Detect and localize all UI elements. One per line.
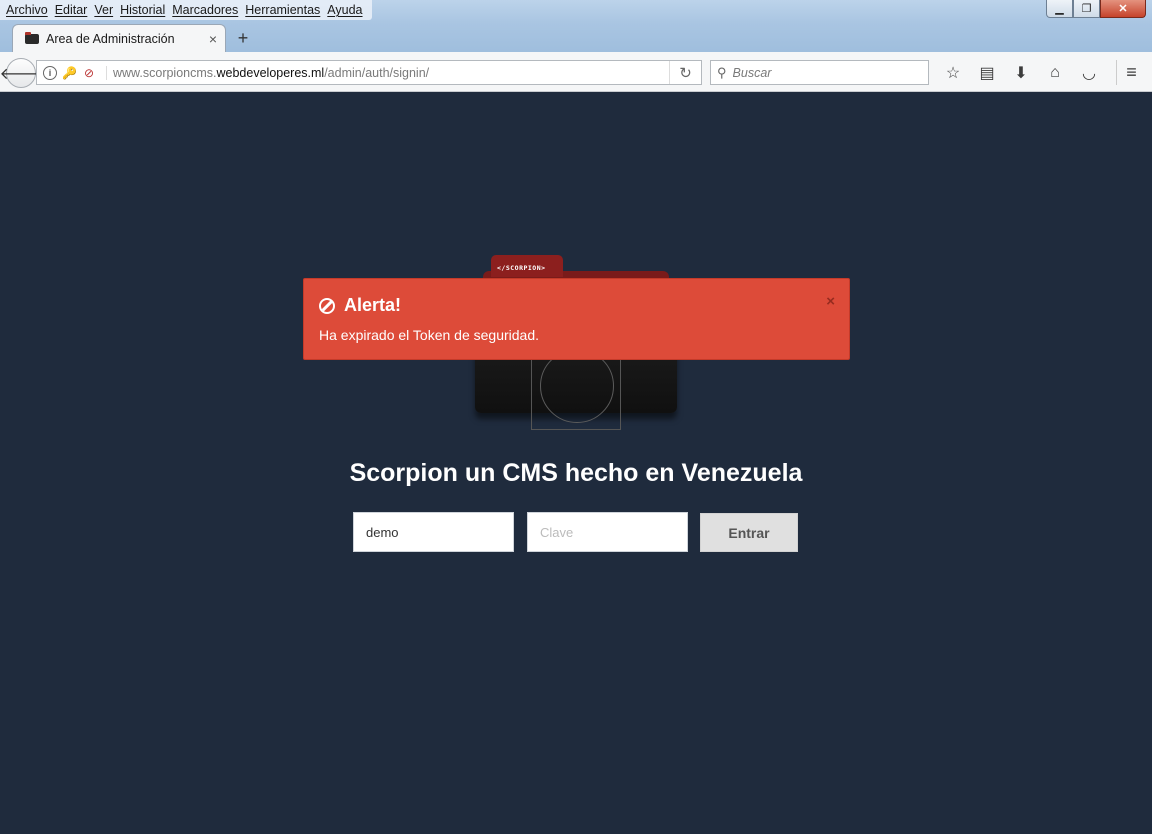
insecure-icon[interactable]: ⊘: [82, 66, 96, 80]
toolbar-icons: ☆ ▤ ⬇ ⌂ ◡: [936, 60, 1106, 85]
info-icon[interactable]: i: [43, 65, 57, 80]
alert-header: Alerta!: [319, 295, 401, 316]
tab-strip: Area de Administración × +: [0, 20, 1152, 53]
menu-historial[interactable]: Historial: [120, 3, 165, 17]
url-path: /admin/auth/signin/: [324, 65, 430, 80]
alert-box: Alerta! Ha expirado el Token de segurida…: [303, 278, 850, 360]
menu-ver[interactable]: Ver: [94, 3, 113, 17]
alert-title: Alerta!: [344, 295, 402, 315]
url-domain-prefix: www.scorpioncms.: [113, 65, 217, 80]
menu-marcadores[interactable]: Marcadores: [172, 3, 238, 17]
download-icon[interactable]: ⬇: [1004, 60, 1038, 85]
tab-title: Area de Administración: [46, 32, 175, 46]
hamburger-icon[interactable]: ≡: [1116, 60, 1146, 85]
restore-button[interactable]: ❐: [1073, 0, 1100, 18]
star-icon[interactable]: ☆: [936, 60, 970, 85]
page-content: </SCORPION> Alerta! Ha expirado el Token…: [0, 93, 1152, 834]
signin-button[interactable]: Entrar: [700, 513, 798, 552]
page-title: Scorpion un CMS hecho en Venezuela: [349, 459, 803, 487]
window-controls: ▁ ❐ ✕: [1046, 0, 1146, 18]
logo-tab-text: </SCORPION>: [497, 264, 546, 272]
ban-icon: [319, 297, 335, 314]
menu-bar: Archivo Editar Ver Historial Marcadores …: [0, 0, 372, 20]
pocket-icon[interactable]: ◡: [1072, 60, 1106, 85]
minimize-button[interactable]: ▁: [1046, 0, 1073, 18]
alert-message: Ha expirado el Token de seguridad.: [319, 327, 540, 343]
logo-folder-tab: </SCORPION>: [491, 255, 563, 277]
url-domain-main: webdeveloperes.ml: [216, 65, 325, 80]
search-bar[interactable]: ⚲: [710, 60, 929, 85]
search-input[interactable]: [732, 65, 913, 80]
url-text[interactable]: www.scorpioncms.webdeveloperes.ml/admin/…: [106, 65, 430, 80]
close-window-button[interactable]: ✕: [1100, 0, 1146, 18]
menu-editar[interactable]: Editar: [55, 3, 88, 17]
folder-favicon-icon: [25, 32, 39, 44]
new-tab-button[interactable]: +: [234, 28, 252, 49]
tab-admin[interactable]: Area de Administración ×: [12, 24, 226, 53]
menu-archivo[interactable]: Archivo: [6, 3, 48, 17]
tab-close-icon[interactable]: ×: [209, 31, 217, 47]
search-icon: ⚲: [717, 64, 727, 80]
window-titlebar: Archivo Editar Ver Historial Marcadores …: [0, 0, 1152, 53]
password-field[interactable]: [527, 512, 688, 552]
clipboard-icon[interactable]: ▤: [970, 60, 1004, 85]
back-arrow-icon[interactable]: 🡐: [0, 58, 42, 88]
menu-ayuda[interactable]: Ayuda: [327, 3, 362, 17]
menu-herramientas[interactable]: Herramientas: [245, 3, 320, 17]
reload-icon[interactable]: ↻: [669, 61, 701, 84]
alert-close-icon[interactable]: ×: [826, 293, 835, 310]
url-bar[interactable]: i 🔑 ⊘ www.scorpioncms.webdeveloperes.ml/…: [36, 60, 702, 85]
navigation-toolbar: 🡐 i 🔑 ⊘ www.scorpioncms.webdeveloperes.m…: [0, 52, 1152, 92]
home-icon[interactable]: ⌂: [1038, 60, 1072, 85]
username-field[interactable]: [353, 512, 514, 552]
key-icon[interactable]: 🔑: [62, 66, 77, 80]
